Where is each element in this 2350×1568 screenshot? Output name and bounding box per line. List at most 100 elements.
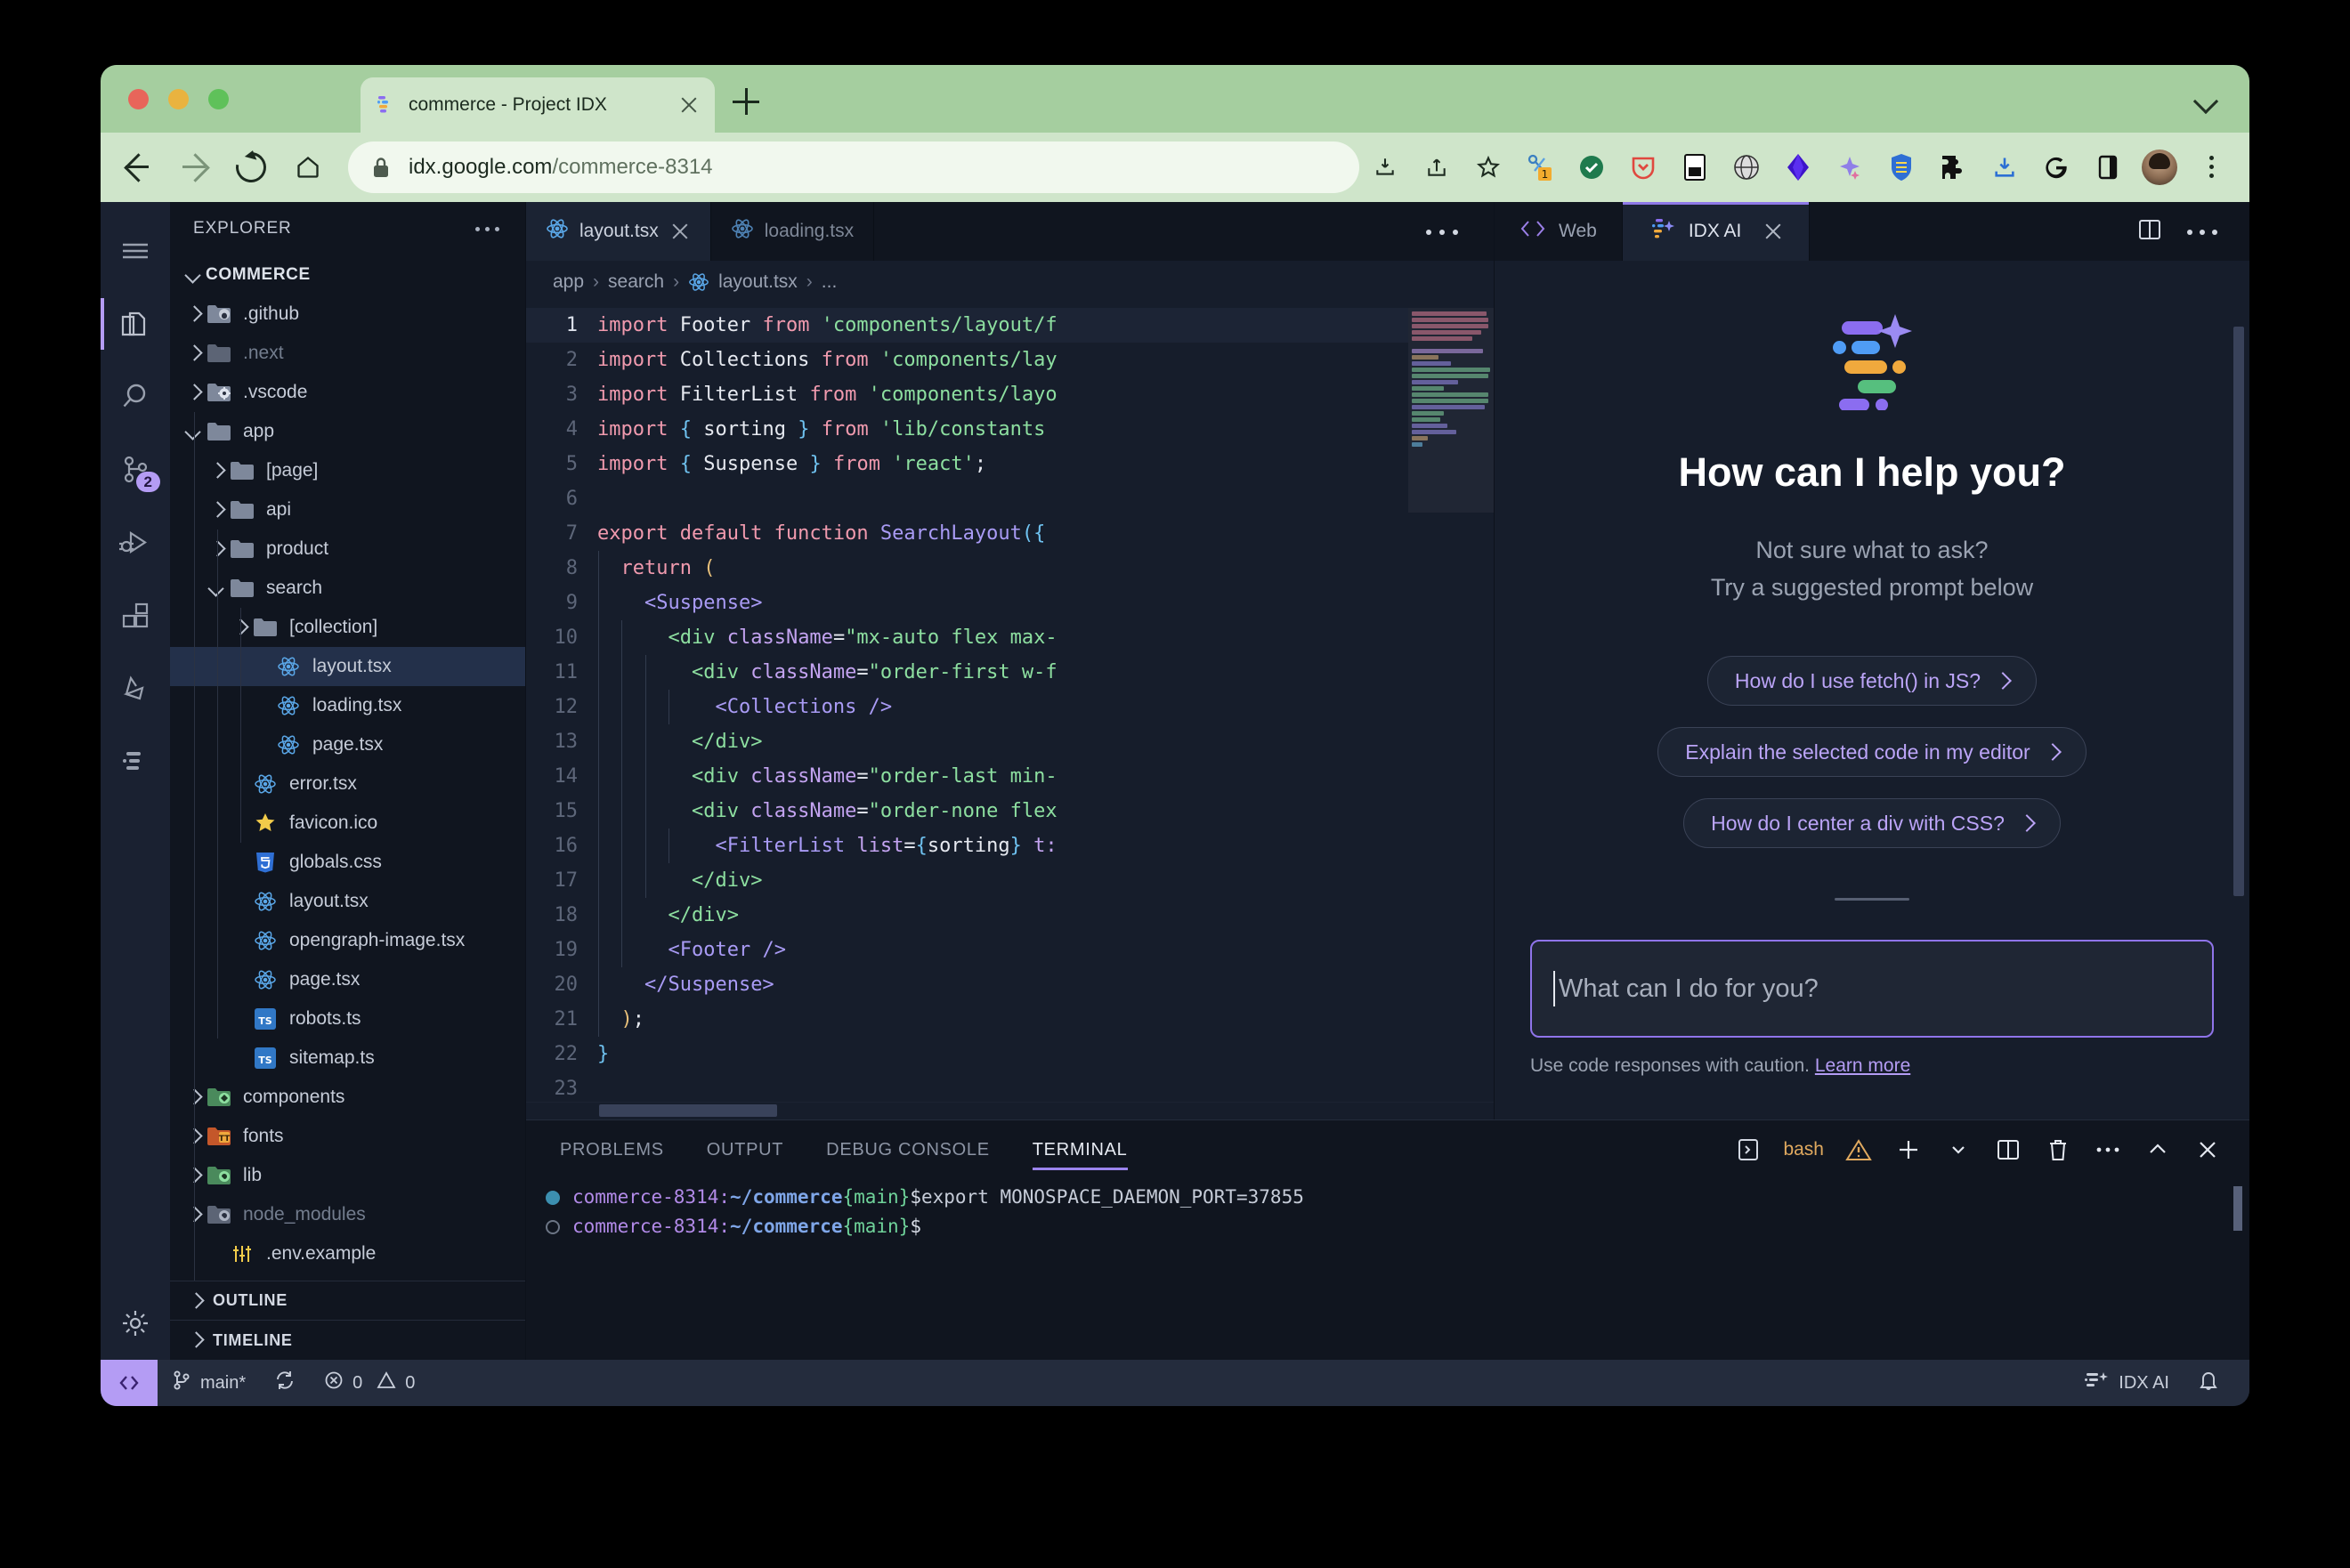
diamond-extension-icon[interactable] [1772, 141, 1824, 193]
maximize-window-button[interactable] [208, 89, 229, 109]
chevron-right-icon[interactable] [206, 498, 229, 521]
tree-item-lib[interactable]: lib [170, 1156, 525, 1195]
code-line[interactable]: 18 </div> [526, 898, 1408, 933]
suggested-prompt-1[interactable]: How do I use fetch() in JS? [1707, 656, 2037, 706]
terminal-scrollbar[interactable] [2233, 1186, 2242, 1231]
sidebar-item-extensions[interactable] [101, 579, 170, 652]
code-line[interactable]: 5import { Suspense } from 'react'; [526, 447, 1408, 481]
tree-root[interactable]: COMMERCE [170, 255, 525, 295]
back-button[interactable] [117, 147, 158, 188]
tree-item-page-tsx[interactable]: page.tsx [170, 960, 525, 999]
tree-item-next[interactable]: .next [170, 334, 525, 373]
tree-item-loading-tsx[interactable]: loading.tsx [170, 686, 525, 725]
code-line[interactable]: 21 ); [526, 1002, 1408, 1037]
sidebar-item-run-debug[interactable] [101, 506, 170, 579]
tab-terminal[interactable]: TERMINAL [1033, 1120, 1128, 1179]
tab-loading-tsx[interactable]: loading.tsx [711, 202, 874, 261]
breadcrumb-search[interactable]: search [608, 271, 664, 293]
install-icon[interactable] [1359, 141, 1411, 193]
code-line[interactable]: 16 <FilterList list={sorting} t: [526, 828, 1408, 863]
avatar[interactable] [2134, 141, 2185, 193]
tree-item-page-tsx[interactable]: page.tsx [170, 725, 525, 764]
hamburger-icon[interactable] [101, 214, 170, 287]
close-panel-icon[interactable] [2192, 1135, 2223, 1165]
tab-web[interactable]: Web [1495, 202, 1623, 261]
split-editor-icon[interactable] [2137, 217, 2162, 247]
chrome-menu-icon[interactable] [2185, 141, 2237, 193]
code-line[interactable]: 13 </div> [526, 724, 1408, 759]
ai-panel-more-icon[interactable] [2185, 221, 2223, 242]
tree-item-robots-ts[interactable]: TSrobots.ts [170, 999, 525, 1039]
bookmark-star-icon[interactable] [1463, 141, 1514, 193]
tree-item-eslintrc-js[interactable]: .eslintrc.js [170, 1273, 525, 1281]
breadcrumb-app[interactable]: app [553, 271, 584, 293]
chevron-right-icon[interactable] [206, 459, 229, 482]
pocket-extension-icon[interactable] [1617, 141, 1669, 193]
scrollbar-thumb[interactable] [599, 1104, 777, 1117]
tree-item-page[interactable]: [page] [170, 451, 525, 490]
maximize-panel-icon[interactable] [2143, 1135, 2173, 1165]
forward-button[interactable] [174, 147, 215, 188]
sidebar-item-firebase[interactable] [101, 652, 170, 725]
code-line[interactable]: 8 return ( [526, 551, 1408, 586]
shield-check-extension-icon[interactable] [1566, 141, 1617, 193]
code-line[interactable]: 2import Collections from 'components/lay [526, 343, 1408, 377]
remote-indicator-icon[interactable] [101, 1360, 158, 1406]
code-line[interactable]: 15 <div className="order-none flex [526, 794, 1408, 828]
warning-triangle-icon[interactable] [1844, 1135, 1874, 1165]
tree-item-favicon-ico[interactable]: favicon.ico [170, 804, 525, 843]
share-icon[interactable] [1411, 141, 1463, 193]
tab-idx-ai[interactable]: IDX AI [1623, 202, 1811, 261]
minimap[interactable] [1408, 304, 1494, 1102]
terminal-shell-name[interactable]: bash [1783, 1139, 1824, 1160]
tree-item-product[interactable]: product [170, 529, 525, 569]
code-line[interactable]: 4import { sorting } from 'lib/constants [526, 412, 1408, 447]
tree-item-sitemap-ts[interactable]: TSsitemap.ts [170, 1039, 525, 1078]
breadcrumb-symbol[interactable]: ... [822, 271, 838, 293]
status-notifications[interactable] [2184, 1360, 2233, 1406]
chevron-right-icon[interactable] [182, 381, 206, 404]
file-tree[interactable]: COMMERCE.github.next.vscodeapp[page]apip… [170, 255, 525, 1281]
sidebar-item-settings[interactable] [118, 1305, 153, 1360]
tree-item-layout-tsx[interactable]: layout.tsx [170, 647, 525, 686]
close-icon[interactable] [669, 221, 691, 242]
split-terminal-icon[interactable] [1993, 1135, 2023, 1165]
tree-item-collection[interactable]: [collection] [170, 608, 525, 647]
status-idx-ai[interactable]: IDX AI [2069, 1360, 2184, 1406]
reader-extension-icon[interactable] [1669, 141, 1721, 193]
code-lines[interactable]: 1import Footer from 'components/layout/f… [526, 304, 1408, 1102]
code-line[interactable]: 12 <Collections /> [526, 690, 1408, 724]
learn-more-link[interactable]: Learn more [1815, 1055, 1910, 1076]
editor-tabs-more-icon[interactable] [1422, 220, 1463, 243]
reload-button[interactable] [231, 147, 271, 188]
code-line[interactable]: 1import Footer from 'components/layout/f [526, 308, 1408, 343]
code-line[interactable]: 3import FilterList from 'components/layo [526, 377, 1408, 412]
scissors-extension-icon[interactable]: 1 [1514, 141, 1566, 193]
browser-tab[interactable]: commerce - Project IDX [361, 77, 715, 133]
code-line[interactable]: 22} [526, 1037, 1408, 1071]
chevron-right-icon[interactable] [182, 303, 206, 326]
tree-item-vscode[interactable]: .vscode [170, 373, 525, 412]
ai-panel-scrollbar[interactable] [2233, 327, 2244, 896]
ai-prompt-input[interactable]: What can I do for you? [1530, 940, 2214, 1038]
tree-item-api[interactable]: api [170, 490, 525, 529]
code-line[interactable]: 11 <div className="order-first w-f [526, 655, 1408, 690]
explorer-more-icon[interactable] [474, 217, 504, 240]
sidebar-item-source-control[interactable]: 2 [101, 433, 170, 506]
suggested-prompt-2[interactable]: Explain the selected code in my editor [1657, 727, 2086, 777]
chevron-right-icon[interactable] [182, 342, 206, 365]
code-line[interactable]: 17 </div> [526, 863, 1408, 898]
close-icon[interactable] [1762, 221, 1784, 242]
tree-item-node-modules[interactable]: node_modules [170, 1195, 525, 1234]
code-line[interactable]: 9 <Suspense> [526, 586, 1408, 620]
code-line[interactable]: 20 </Suspense> [526, 967, 1408, 1002]
timeline-section[interactable]: TIMELINE [170, 1320, 525, 1360]
tree-item-github[interactable]: .github [170, 295, 525, 334]
tab-output[interactable]: OUTPUT [707, 1120, 783, 1179]
chevron-down-icon[interactable] [2194, 88, 2217, 111]
status-sync[interactable] [260, 1360, 310, 1406]
suggested-prompt-3[interactable]: How do I center a div with CSS? [1683, 798, 2061, 848]
tree-item-env-example[interactable]: .env.example [170, 1234, 525, 1273]
sidebar-item-explorer[interactable] [101, 287, 170, 360]
sidebar-item-search[interactable] [101, 360, 170, 433]
